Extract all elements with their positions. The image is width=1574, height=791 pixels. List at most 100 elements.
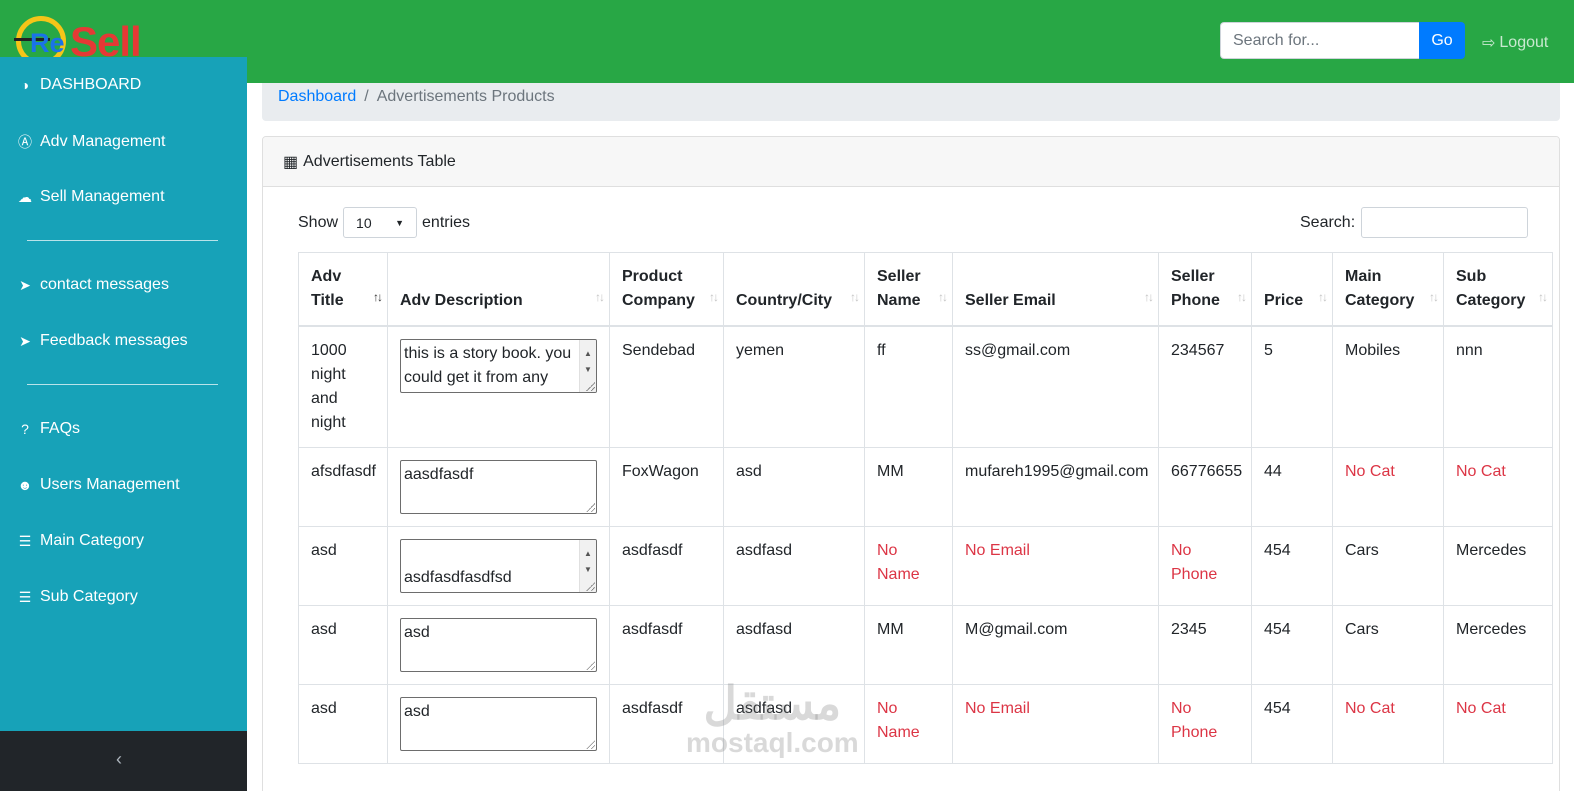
paper-plane-icon: ➤ [19, 332, 31, 349]
description-textarea[interactable]: aasdfasdf [400, 460, 597, 514]
cell-seller-email: No Email [952, 684, 1159, 764]
resize-grip-icon[interactable] [586, 382, 595, 391]
column-header-adv-description[interactable]: Adv Description ↑↓ [387, 252, 610, 327]
sidebar-item-label: Sell Management [40, 188, 165, 205]
sidebar-item-sub-category[interactable]: ☰ Sub Category [16, 588, 138, 606]
entries-select-value: 10 [356, 214, 372, 231]
column-header-label: Seller Name [877, 268, 921, 309]
column-header-sub-category[interactable]: Sub Category ↑↓ [1443, 252, 1553, 327]
cell-main-category: Cars [1332, 605, 1444, 685]
description-textarea[interactable]: asd [400, 697, 597, 751]
sidebar-item-contact-messages[interactable]: ➤ contact messages [16, 276, 169, 294]
column-header-country-city[interactable]: Country/City ↑↓ [723, 252, 865, 327]
sidebar-item-faqs[interactable]: ? FAQs [16, 420, 80, 438]
cell-description: asd [387, 605, 610, 685]
entries-label: entries [422, 213, 471, 231]
list-icon: ☰ [18, 532, 32, 549]
sort-asc-icon: ↑↓ [373, 290, 383, 304]
logout-link[interactable]: ⇨ Logout [1482, 33, 1548, 53]
go-button[interactable]: Go [1419, 22, 1465, 59]
column-header-adv-title[interactable]: Adv Title ↑↓ [298, 252, 388, 327]
column-header-label: Price [1264, 292, 1304, 309]
sidebar-item-label: Feedback messages [40, 332, 188, 349]
sort-icon: ↑↓ [938, 290, 948, 304]
cell-title: asd [298, 605, 388, 685]
cell-description: asd [387, 684, 610, 764]
sort-icon: ↑↓ [1429, 290, 1439, 304]
cell-seller-phone: 66776655 [1158, 447, 1252, 527]
description-textarea[interactable]: asdfasdfasdfsd f ▲▼ [400, 539, 597, 593]
column-header-label: Sub Category [1456, 268, 1526, 309]
advertisements-table: Adv Title ↑↓ Adv Description ↑↓ Product Co… [298, 252, 1553, 764]
cell-seller-name: MM [864, 447, 953, 527]
logout-label: Logout [1499, 34, 1549, 51]
table-row: asd asdfasdfasdfsd f ▲▼ asdfasdf asdfasd… [298, 526, 1553, 606]
cell-country: asdfasd [723, 526, 865, 606]
cell-sub-category: Mercedes [1443, 526, 1553, 606]
sidebar-divider [27, 240, 218, 241]
entries-select[interactable]: 10 ▼ [343, 207, 418, 238]
description-textarea[interactable]: asd [400, 618, 597, 672]
cell-seller-phone: No Phone [1158, 526, 1252, 606]
column-header-label: Adv Description [400, 292, 523, 309]
table-filter: Search: [1300, 207, 1529, 238]
column-header-main-category[interactable]: Main Category ↑↓ [1332, 252, 1444, 327]
cell-price: 454 [1251, 605, 1333, 685]
column-header-seller-email[interactable]: Seller Email ↑↓ [952, 252, 1159, 327]
search-input[interactable] [1220, 22, 1419, 59]
column-header-label: Main Category [1345, 268, 1415, 309]
cell-seller-email: ss@gmail.com [952, 325, 1159, 448]
sidebar-item-dashboard[interactable]: ◑ DASHBOARD [16, 76, 142, 94]
cell-title: asd [298, 526, 388, 606]
column-header-product-company[interactable]: Product Company ↑↓ [609, 252, 724, 327]
column-header-price[interactable]: Price ↑↓ [1251, 252, 1333, 327]
description-text: asdfasdfasdfsd f [404, 569, 512, 586]
sidebar-item-label: FAQs [40, 420, 81, 437]
description-textarea[interactable]: this is a story book. you could get it f… [400, 339, 597, 393]
cell-seller-name: No Name [864, 526, 953, 606]
description-text: asd [404, 624, 430, 641]
cell-title: afsdfasdf [298, 447, 388, 527]
breadcrumb-current: Advertisements Products [376, 88, 555, 105]
column-header-label: Seller Phone [1171, 268, 1220, 309]
entries-length-control: Show 10 ▼ entries [298, 207, 470, 238]
card-title: Advertisements Table [303, 152, 456, 170]
sidebar-footer: ‹ [0, 731, 247, 791]
sidebar-item-sell-management[interactable]: ☁ Sell Management [16, 188, 165, 206]
sidebar-item-users-management[interactable]: ☻ Users Management [16, 476, 180, 494]
cell-seller-email: No Email [952, 526, 1159, 606]
tachometer-icon: ◑ [20, 77, 30, 93]
column-header-seller-phone[interactable]: Seller Phone ↑↓ [1158, 252, 1252, 327]
resize-grip-icon[interactable] [586, 661, 595, 670]
sidebar-item-adv-management[interactable]: Ⓐ Adv Management [16, 132, 165, 152]
cell-country: yemen [723, 325, 865, 448]
cell-title: asd [298, 684, 388, 764]
resize-grip-icon[interactable] [586, 582, 595, 591]
sidebar-item-label: contact messages [40, 276, 169, 293]
sort-icon: ↑↓ [1538, 290, 1548, 304]
breadcrumb-separator: / [364, 88, 369, 105]
cell-main-category: No Cat [1332, 684, 1444, 764]
resize-grip-icon[interactable] [586, 740, 595, 749]
cell-description: asdfasdfasdfsd f ▲▼ [387, 526, 610, 606]
sidebar-item-main-category[interactable]: ☰ Main Category [16, 532, 144, 550]
resize-grip-icon[interactable] [586, 503, 595, 512]
sort-icon: ↑↓ [850, 290, 860, 304]
chevron-left-icon[interactable]: ‹ [116, 749, 122, 770]
breadcrumb-dashboard-link[interactable]: Dashboard [278, 88, 356, 116]
cell-price: 454 [1251, 684, 1333, 764]
sidebar-item-feedback-messages[interactable]: ➤ Feedback messages [16, 332, 188, 350]
table-icon: ▦ [283, 153, 299, 171]
column-header-seller-name[interactable]: Seller Name ↑↓ [864, 252, 953, 327]
cell-country: asd [723, 447, 865, 527]
sign-out-icon: ⇨ [1482, 35, 1496, 52]
table-row: afsdfasdf aasdfasdf FoxWagon asd MM mufa… [298, 447, 1553, 527]
cell-seller-name: No Name [864, 684, 953, 764]
cell-seller-phone: 234567 [1158, 325, 1252, 448]
cell-seller-email: mufareh1995@gmail.com [952, 447, 1159, 527]
cell-title: 1000 night and night [298, 325, 388, 448]
table-search-input[interactable] [1361, 207, 1529, 238]
cell-seller-email: M@gmail.com [952, 605, 1159, 685]
cell-price: 454 [1251, 526, 1333, 606]
cell-seller-name: MM [864, 605, 953, 685]
